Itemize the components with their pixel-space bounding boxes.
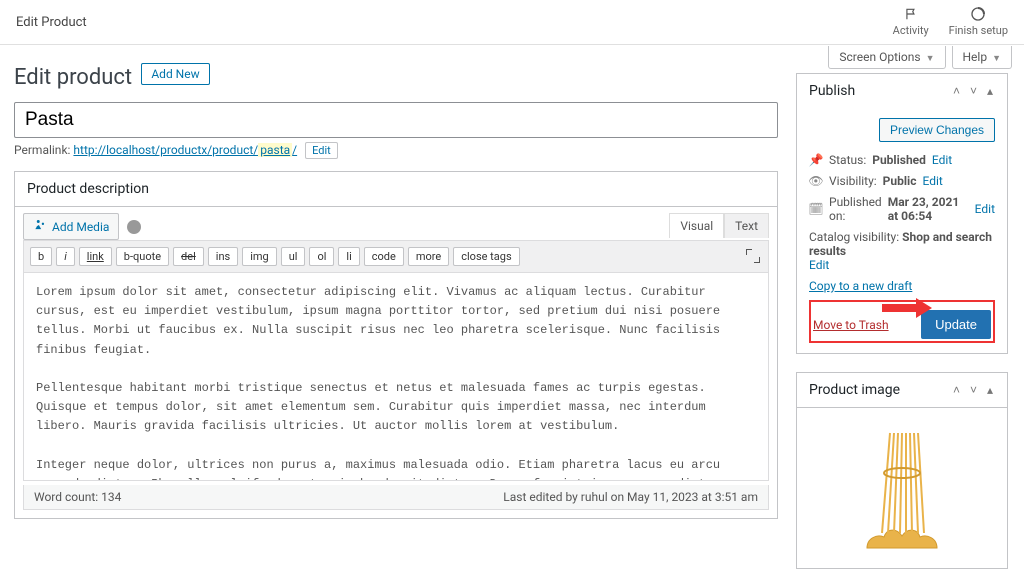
move-down-icon[interactable]: ˅ xyxy=(968,84,979,98)
del-button[interactable]: del xyxy=(173,247,204,266)
visual-tab[interactable]: Visual xyxy=(669,213,724,238)
activity-button[interactable]: Activity xyxy=(893,5,929,37)
word-count: Word count: 134 xyxy=(34,490,121,504)
move-up-icon[interactable]: ˄ xyxy=(951,383,962,397)
publish-header: Publish ˄ ˅ ▴ xyxy=(797,74,1007,108)
move-down-icon[interactable]: ˅ xyxy=(968,383,979,397)
calendar-icon: 🗓 xyxy=(809,202,823,216)
quicktags-toolbar: b i link b-quote del ins img ul ol li co… xyxy=(23,240,769,273)
pin-icon: 📌 xyxy=(809,153,823,167)
close-tags-button[interactable]: close tags xyxy=(453,247,519,266)
preview-changes-button[interactable]: Preview Changes xyxy=(879,118,995,142)
bquote-button[interactable]: b-quote xyxy=(116,247,169,266)
page-title: Edit product xyxy=(14,65,132,90)
edit-catalog-link[interactable]: Edit xyxy=(809,258,829,272)
add-new-button[interactable]: Add New xyxy=(141,63,209,85)
bold-button[interactable]: b xyxy=(30,247,52,266)
permalink-link[interactable]: http://localhost/productx/product/pasta/ xyxy=(73,143,297,157)
flag-icon xyxy=(902,5,920,23)
link-button[interactable]: link xyxy=(79,247,112,266)
product-description-header: Product description xyxy=(15,172,777,207)
progress-icon xyxy=(969,5,987,23)
move-to-trash-link[interactable]: Move to Trash xyxy=(813,318,889,332)
add-media-button[interactable]: Add Media xyxy=(23,213,119,240)
text-tab[interactable]: Text xyxy=(724,213,769,238)
breadcrumb: Edit Product xyxy=(16,5,87,30)
update-button[interactable]: Update xyxy=(921,310,991,339)
permalink-row: Permalink: http://localhost/productx/pro… xyxy=(14,143,778,157)
collapse-icon[interactable]: ▴ xyxy=(985,84,995,98)
italic-button[interactable]: i xyxy=(56,247,75,266)
description-editor[interactable] xyxy=(23,273,769,481)
collapse-icon[interactable]: ▴ xyxy=(985,383,995,397)
ins-button[interactable]: ins xyxy=(208,247,238,266)
fullscreen-icon[interactable] xyxy=(746,249,760,263)
help-icon[interactable] xyxy=(127,220,141,234)
eye-icon: 👁 xyxy=(809,174,823,188)
screen-options-tab[interactable]: Screen Options ▼ xyxy=(828,46,945,69)
last-edited: Last edited by ruhul on May 11, 2023 at … xyxy=(503,490,758,504)
li-button[interactable]: li xyxy=(338,247,359,266)
code-button[interactable]: code xyxy=(364,247,404,266)
copy-draft-link[interactable]: Copy to a new draft xyxy=(809,279,912,293)
product-title-input[interactable] xyxy=(14,102,778,138)
img-button[interactable]: img xyxy=(242,247,277,266)
edit-date-link[interactable]: Edit xyxy=(975,202,995,216)
help-tab[interactable]: Help ▼ xyxy=(952,46,1013,69)
edit-visibility-link[interactable]: Edit xyxy=(922,174,942,188)
product-image-header: Product image ˄ ˅ ▴ xyxy=(797,373,1007,408)
edit-permalink-button[interactable]: Edit xyxy=(305,142,338,159)
media-icon xyxy=(33,218,47,235)
product-image-thumbnail[interactable] xyxy=(809,418,995,558)
ol-button[interactable]: ol xyxy=(309,247,334,266)
move-up-icon[interactable]: ˄ xyxy=(951,84,962,98)
ul-button[interactable]: ul xyxy=(281,247,306,266)
edit-status-link[interactable]: Edit xyxy=(932,153,952,167)
more-button[interactable]: more xyxy=(408,247,449,266)
finish-setup-button[interactable]: Finish setup xyxy=(949,5,1008,37)
